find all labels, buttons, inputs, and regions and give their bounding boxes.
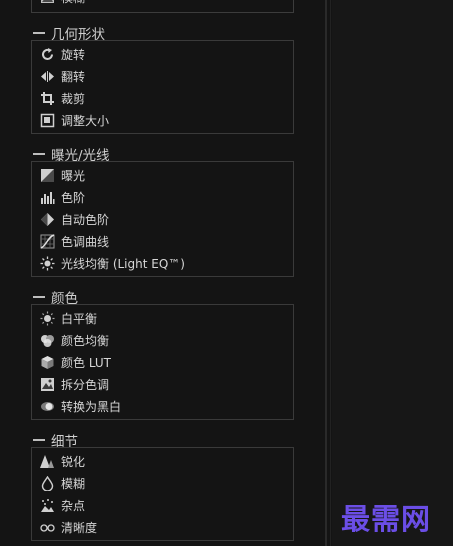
menu-item-sharpen[interactable]: 锐化	[40, 452, 85, 470]
panel-divider-line	[330, 0, 331, 546]
white-balance-icon	[40, 311, 55, 326]
menu-item-light-eq[interactable]: 光线均衡 (Light EQ™)	[40, 254, 185, 272]
panel-divider	[325, 0, 327, 546]
section-box-exposure: 曝光 色阶 自动色阶 色调曲线 光线均衡 (Light EQ™)	[31, 161, 294, 277]
black-white-icon	[40, 399, 55, 414]
menu-item-label: 模糊	[61, 476, 86, 491]
droplet-icon	[40, 475, 55, 491]
menu-item-label: 色阶	[61, 190, 86, 205]
menu-item-flip[interactable]: 翻转	[40, 67, 85, 85]
collapse-icon	[33, 296, 45, 298]
resize-icon	[40, 113, 55, 128]
rotate-icon	[40, 47, 55, 62]
menu-item-noise[interactable]: 杂点	[40, 496, 85, 514]
noise-icon	[40, 498, 55, 513]
menu-item-label: 锐化	[61, 454, 86, 469]
menu-item-crop[interactable]: 裁剪	[40, 89, 85, 107]
color-balance-icon	[40, 333, 55, 348]
menu-item-label: 拆分色调	[61, 377, 110, 392]
crop-icon	[40, 91, 55, 106]
split-toning-icon	[40, 377, 55, 392]
image-icon	[40, 0, 55, 5]
menu-item-tone-curve[interactable]: 色调曲线	[40, 232, 109, 250]
menu-item-auto-levels[interactable]: 自动色阶	[40, 210, 109, 228]
menu-item-exposure[interactable]: 曝光	[40, 166, 85, 184]
menu-item-split-toning[interactable]: 拆分色调	[40, 375, 109, 393]
menu-item-label: 转换为黑白	[61, 399, 122, 414]
section-box-detail: 锐化 模糊 杂点 清晰度	[31, 447, 294, 541]
menu-item-label: 翻转	[61, 69, 86, 84]
watermark: 最需网	[341, 502, 432, 536]
menu-item-label: 清晰度	[61, 520, 98, 535]
section-box-geometry: 旋转 翻转 裁剪 调整大小	[31, 40, 294, 134]
auto-levels-icon	[40, 212, 55, 227]
collapse-icon	[33, 439, 45, 441]
menu-item-label: 白平衡	[61, 311, 98, 326]
glasses-icon	[40, 520, 55, 535]
menu-item-resize[interactable]: 调整大小	[40, 111, 109, 129]
menu-item-label: 杂点	[61, 498, 86, 513]
menu-item-label: 光线均衡 (Light EQ™)	[61, 256, 185, 271]
menu-item-label: 颜色 LUT	[61, 355, 112, 370]
menu-item-label: 颜色均衡	[61, 333, 110, 348]
menu-item-rotate[interactable]: 旋转	[40, 45, 85, 63]
menu-item-label: 曝光	[61, 168, 86, 183]
section-box-color: 白平衡 颜色均衡 颜色 LUT 拆分色调 转换为黑白	[31, 304, 294, 420]
cube-icon	[40, 355, 55, 370]
menu-item-blur-top[interactable]: 模糊	[40, 0, 85, 6]
exposure-icon	[40, 168, 55, 183]
menu-item-color-balance[interactable]: 颜色均衡	[40, 331, 109, 349]
sharpen-icon	[40, 454, 55, 469]
menu-item-label: 裁剪	[61, 91, 86, 106]
flip-icon	[40, 69, 55, 84]
menu-item-blur[interactable]: 模糊	[40, 474, 85, 492]
menu-item-white-balance[interactable]: 白平衡	[40, 309, 97, 327]
menu-item-color-lut[interactable]: 颜色 LUT	[40, 353, 111, 371]
adjustments-panel: 模糊 几何形状 旋转 翻转 裁剪 调整大小 曝光/光线 曝光	[0, 0, 325, 546]
menu-item-black-white[interactable]: 转换为黑白	[40, 397, 121, 415]
menu-item-clarity[interactable]: 清晰度	[40, 518, 97, 536]
menu-item-label: 色调曲线	[61, 234, 110, 249]
right-panel	[332, 0, 453, 546]
menu-item-label: 调整大小	[61, 113, 110, 128]
histogram-icon	[40, 190, 55, 205]
collapse-icon	[33, 153, 45, 155]
sun-icon	[40, 256, 55, 271]
tone-curve-icon	[40, 233, 55, 249]
menu-item-levels[interactable]: 色阶	[40, 188, 85, 206]
menu-item-label: 自动色阶	[61, 212, 110, 227]
menu-item-label: 旋转	[61, 47, 86, 62]
partial-section-box: 模糊	[31, 0, 294, 13]
menu-item-label: 模糊	[61, 0, 85, 6]
collapse-icon	[33, 32, 45, 34]
